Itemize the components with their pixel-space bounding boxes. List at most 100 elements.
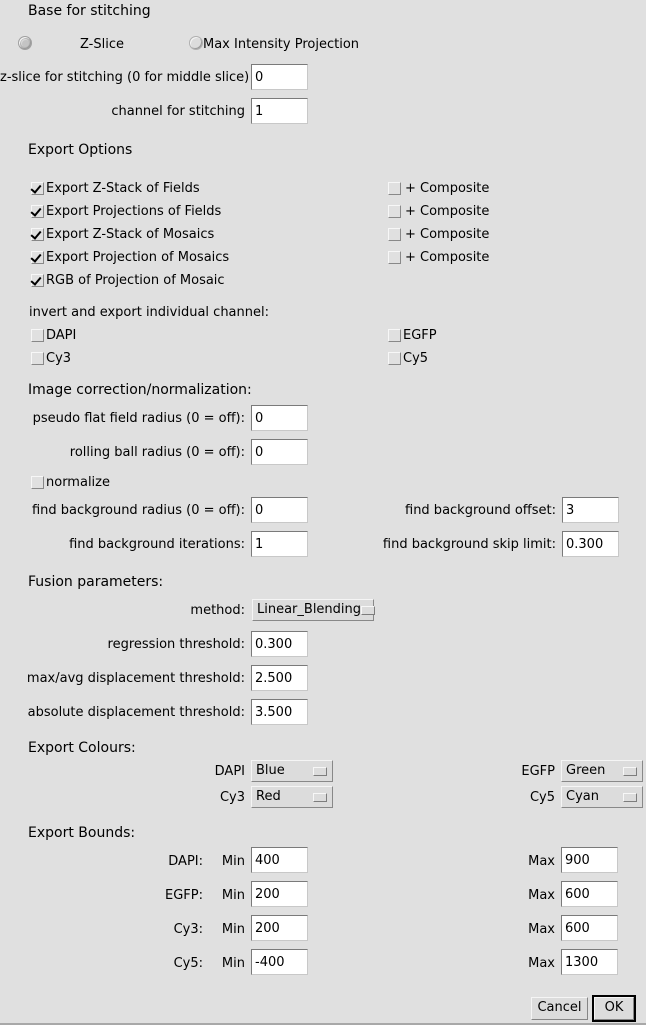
chevron-down-icon[interactable] xyxy=(313,766,327,776)
regression-threshold-input[interactable]: 0.300 xyxy=(251,631,308,657)
max-avg-displacement-threshold-input[interactable]: 2.500 xyxy=(251,665,308,691)
export-colour-dapi-value: Blue xyxy=(256,763,285,778)
checkbox-label[interactable]: Export Z-Stack of Fields xyxy=(46,181,200,196)
bounds-cy5-label: Cy5: xyxy=(173,956,203,971)
bounds-cy3-min-label: Min xyxy=(221,922,245,937)
checkbox-export-projections-of-fields[interactable]: Export Projections of Fields xyxy=(31,204,221,219)
bounds-egfp-min-input[interactable]: 200 xyxy=(251,881,308,907)
rolling-ball-radius-input[interactable]: 0 xyxy=(251,439,308,465)
checkbox-label[interactable]: + Composite xyxy=(405,250,489,265)
checkbox-icon[interactable] xyxy=(31,251,44,264)
checkbox-label[interactable]: Export Projections of Fields xyxy=(46,204,221,219)
checkbox-export-zstack-of-fields-composite[interactable]: + Composite xyxy=(388,181,489,196)
checkbox-icon[interactable] xyxy=(31,205,44,218)
checkbox-label[interactable]: Export Z-Stack of Mosaics xyxy=(46,227,214,242)
checkbox-label[interactable]: Cy5 xyxy=(403,351,428,366)
fusion-method-dropdown[interactable]: Linear_Blending xyxy=(252,599,376,621)
checkbox-icon[interactable] xyxy=(31,228,44,241)
checkbox-export-zstack-of-mosaics-composite[interactable]: + Composite xyxy=(388,227,489,242)
bounds-egfp-min-label: Min xyxy=(221,888,245,903)
checkbox-export-projections-of-fields-composite[interactable]: + Composite xyxy=(388,204,489,219)
checkbox-icon[interactable] xyxy=(388,352,401,365)
checkbox-icon[interactable] xyxy=(31,476,44,489)
checkbox-icon[interactable] xyxy=(388,182,401,195)
checkbox-export-projection-of-mosaics-composite[interactable]: + Composite xyxy=(388,250,489,265)
checkbox-label[interactable]: EGFP xyxy=(403,328,437,343)
find-background-radius-label: find background radius (0 = off): xyxy=(31,503,245,518)
cancel-button[interactable]: Cancel xyxy=(531,997,588,1020)
z-slice-for-stitching-input[interactable]: 0 xyxy=(251,64,308,90)
find-background-radius-input[interactable]: 0 xyxy=(251,497,308,523)
bounds-egfp-max-input[interactable]: 600 xyxy=(561,881,618,907)
checkbox-icon[interactable] xyxy=(31,274,44,287)
checkbox-export-zstack-of-mosaics[interactable]: Export Z-Stack of Mosaics xyxy=(31,227,214,242)
find-background-skip-limit-label: find background skip limit: xyxy=(382,537,556,552)
checkbox-label[interactable]: RGB of Projection of Mosaic xyxy=(46,273,225,288)
export-colour-dapi-dropdown[interactable]: Blue xyxy=(251,760,333,782)
stitching-export-dialog: Base for stitching Z-Slice Max Intensity… xyxy=(0,0,646,1023)
export-colour-egfp-dropdown[interactable]: Green xyxy=(561,760,643,782)
checkbox-export-zstack-of-fields[interactable]: Export Z-Stack of Fields xyxy=(31,181,200,196)
bounds-cy3-min-input[interactable]: 200 xyxy=(251,915,308,941)
checkbox-icon[interactable] xyxy=(388,205,401,218)
bounds-cy5-min-input[interactable]: -400 xyxy=(251,949,308,975)
checkbox-invert-dapi[interactable]: DAPI xyxy=(31,328,76,343)
checkbox-icon[interactable] xyxy=(388,228,401,241)
checkbox-rgb-of-projection-of-mosaic[interactable]: RGB of Projection of Mosaic xyxy=(31,273,225,288)
regression-threshold-label: regression threshold: xyxy=(107,637,245,652)
export-colour-dapi-label: DAPI xyxy=(214,764,245,779)
checkbox-label[interactable]: normalize xyxy=(46,475,110,490)
checkbox-icon[interactable] xyxy=(388,251,401,264)
radio-z-slice-label[interactable]: Z-Slice xyxy=(80,37,124,52)
checkbox-invert-cy3[interactable]: Cy3 xyxy=(31,351,71,366)
absolute-displacement-threshold-input[interactable]: 3.500 xyxy=(251,699,308,725)
radio-max-intensity-projection[interactable] xyxy=(189,36,203,54)
checkbox-label[interactable]: Export Projection of Mosaics xyxy=(46,250,229,265)
pseudo-flat-field-radius-input[interactable]: 0 xyxy=(251,405,308,431)
max-avg-displacement-threshold-label: max/avg displacement threshold: xyxy=(26,671,245,686)
find-background-offset-input[interactable]: 3 xyxy=(562,497,619,523)
checkbox-invert-egfp[interactable]: EGFP xyxy=(388,328,437,343)
chevron-down-icon[interactable] xyxy=(623,792,637,802)
radio-max-intensity-projection-indicator[interactable] xyxy=(189,36,203,50)
export-colour-egfp-value: Green xyxy=(566,763,606,778)
checkbox-label[interactable]: + Composite xyxy=(405,181,489,196)
export-colour-cy3-value: Red xyxy=(256,789,281,804)
ok-button[interactable]: OK xyxy=(592,995,636,1022)
fusion-method-label: method: xyxy=(190,603,245,618)
radio-z-slice[interactable] xyxy=(18,36,32,54)
checkbox-label[interactable]: + Composite xyxy=(405,227,489,242)
channel-for-stitching-input[interactable]: 1 xyxy=(251,98,308,124)
bounds-cy3-max-label: Max xyxy=(528,922,555,937)
bounds-cy3-max-input[interactable]: 600 xyxy=(561,915,618,941)
checkbox-label[interactable]: Cy3 xyxy=(46,351,71,366)
checkbox-label[interactable]: DAPI xyxy=(46,328,76,343)
find-background-skip-limit-input[interactable]: 0.300 xyxy=(562,531,619,557)
checkbox-icon[interactable] xyxy=(31,352,44,365)
fusion-method-value: Linear_Blending xyxy=(257,602,362,617)
chevron-down-icon[interactable] xyxy=(623,766,637,776)
export-colour-cy5-dropdown[interactable]: Cyan xyxy=(561,786,643,808)
bounds-egfp-label: EGFP: xyxy=(165,888,203,903)
radio-z-slice-indicator[interactable] xyxy=(18,36,32,50)
chevron-down-icon[interactable] xyxy=(361,605,376,615)
export-colour-egfp-label: EGFP xyxy=(521,764,555,779)
fusion-parameters-heading: Fusion parameters: xyxy=(28,574,164,590)
checkbox-invert-cy5[interactable]: Cy5 xyxy=(388,351,428,366)
radio-max-intensity-projection-label[interactable]: Max Intensity Projection xyxy=(203,37,359,52)
checkbox-icon[interactable] xyxy=(31,329,44,342)
base-for-stitching-heading: Base for stitching xyxy=(28,3,151,19)
find-background-iterations-input[interactable]: 1 xyxy=(251,531,308,557)
checkbox-export-projection-of-mosaics[interactable]: Export Projection of Mosaics xyxy=(31,250,229,265)
bounds-dapi-max-input[interactable]: 900 xyxy=(561,847,618,873)
checkbox-label[interactable]: + Composite xyxy=(405,204,489,219)
bounds-dapi-min-input[interactable]: 400 xyxy=(251,847,308,873)
export-colour-cy3-dropdown[interactable]: Red xyxy=(251,786,333,808)
export-colour-cy5-value: Cyan xyxy=(566,789,599,804)
export-bounds-heading: Export Bounds: xyxy=(28,825,136,841)
bounds-cy5-max-input[interactable]: 1300 xyxy=(561,949,618,975)
chevron-down-icon[interactable] xyxy=(313,792,327,802)
checkbox-normalize[interactable]: normalize xyxy=(31,475,110,490)
checkbox-icon[interactable] xyxy=(388,329,401,342)
checkbox-icon[interactable] xyxy=(31,182,44,195)
